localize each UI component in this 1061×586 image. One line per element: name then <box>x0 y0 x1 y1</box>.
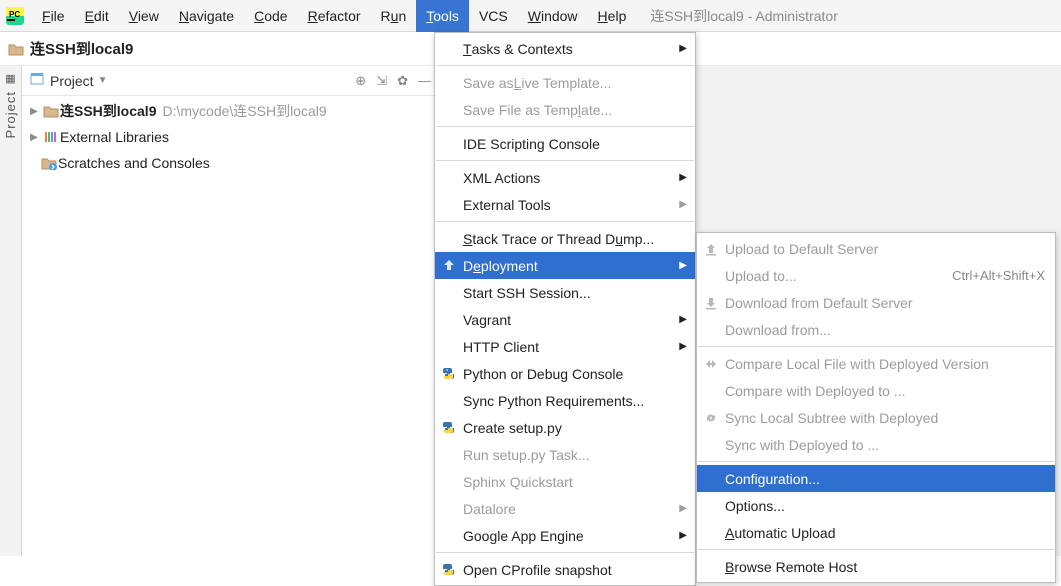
mi-deployment[interactable]: Deployment▶ <box>435 252 695 279</box>
mi-download-from[interactable]: Download from... <box>697 316 1055 343</box>
mi-tasks-contexts[interactable]: Tasks & Contexts▶ <box>435 35 695 62</box>
menu-file[interactable]: File <box>32 0 75 32</box>
mi-upload-default[interactable]: Upload to Default Server <box>697 235 1055 262</box>
deployment-icon <box>441 258 457 274</box>
menu-separator <box>436 221 694 222</box>
pycharm-logo-icon: PC <box>6 7 24 25</box>
mi-start-ssh[interactable]: Start SSH Session... <box>435 279 695 306</box>
tree-root-row[interactable]: ▶ 连SSH到local9 D:\mycode\连SSH到local9 <box>22 98 439 124</box>
project-tool-window: Project ▼ ⊕ ⇲ ✿ — ▶ 连SSH到local9 D:\mycod… <box>22 66 440 556</box>
hide-icon[interactable]: — <box>418 73 431 89</box>
mi-sync-local-subtree[interactable]: Sync Local Subtree with Deployed <box>697 404 1055 431</box>
menu-tools[interactable]: Tools <box>416 0 469 32</box>
mi-compare-deployed[interactable]: Compare with Deployed to ... <box>697 377 1055 404</box>
download-icon <box>703 295 719 311</box>
tree-ext-lib-row[interactable]: ▶ External Libraries <box>22 124 439 150</box>
menu-separator <box>698 461 1054 462</box>
mi-compare-local[interactable]: Compare Local File with Deployed Version <box>697 350 1055 377</box>
chevron-down-icon[interactable]: ▼ <box>98 75 108 86</box>
project-panel-title[interactable]: Project <box>50 73 94 89</box>
mi-automatic-upload[interactable]: Automatic Upload <box>697 519 1055 546</box>
menu-tools-rest: ools <box>433 8 459 24</box>
folder-icon <box>8 42 24 56</box>
mi-upload-to[interactable]: Upload to...Ctrl+Alt+Shift+X <box>697 262 1055 289</box>
tree-ext-lib-label: External Libraries <box>60 129 169 145</box>
menu-separator <box>436 65 694 66</box>
window-title: 连SSH到local9 - Administrator <box>650 6 838 26</box>
mi-ide-scripting[interactable]: IDE Scripting Console <box>435 130 695 157</box>
project-tree: ▶ 连SSH到local9 D:\mycode\连SSH到local9 ▶ Ex… <box>22 96 439 178</box>
project-panel-header: Project ▼ ⊕ ⇲ ✿ — <box>22 66 439 96</box>
locate-icon[interactable]: ⊕ <box>355 73 366 89</box>
menu-separator <box>698 549 1054 550</box>
deployment-submenu: Upload to Default Server Upload to...Ctr… <box>696 232 1056 583</box>
mi-options[interactable]: Options... <box>697 492 1055 519</box>
mi-create-setup[interactable]: Create setup.py <box>435 414 695 441</box>
python-icon <box>441 562 457 578</box>
menu-separator <box>436 552 694 553</box>
tree-toggle-icon[interactable]: ▶ <box>26 106 42 117</box>
menu-edit[interactable]: Edit <box>75 0 119 32</box>
python-icon <box>441 366 457 382</box>
mi-python-console[interactable]: Python or Debug Console <box>435 360 695 387</box>
python-icon <box>441 420 457 436</box>
mi-sync-deployed[interactable]: Sync with Deployed to ... <box>697 431 1055 458</box>
mi-download-default[interactable]: Download from Default Server <box>697 289 1055 316</box>
mi-datalore[interactable]: Datalore▶ <box>435 495 695 522</box>
mi-cprofile[interactable]: Open CProfile snapshot <box>435 556 695 583</box>
mi-vagrant[interactable]: Vagrant▶ <box>435 306 695 333</box>
mi-save-file-template[interactable]: Save File as Template... <box>435 96 695 123</box>
folder-icon <box>42 104 60 118</box>
project-tab-label[interactable]: Project <box>3 91 18 138</box>
tools-menu: Tasks & Contexts▶ Save as Live Template.… <box>434 32 696 586</box>
mi-stack-trace[interactable]: Stack Trace or Thread Dump... <box>435 225 695 252</box>
tree-root-path: D:\mycode\连SSH到local9 <box>162 101 326 121</box>
mi-save-live-template[interactable]: Save as Live Template... <box>435 69 695 96</box>
menu-help[interactable]: Help <box>588 0 637 32</box>
svg-text:PC: PC <box>9 10 20 19</box>
mi-browse-remote[interactable]: Browse Remote Host <box>697 553 1055 580</box>
gear-icon[interactable]: ✿ <box>397 73 408 89</box>
breadcrumb-project[interactable]: 连SSH到local9 <box>30 38 133 59</box>
sync-icon <box>703 410 719 426</box>
mi-external-tools[interactable]: External Tools▶ <box>435 191 695 218</box>
menubar: PC File Edit View Navigate Code Refactor… <box>0 0 1061 32</box>
mi-run-setup[interactable]: Run setup.py Task... <box>435 441 695 468</box>
mi-sync-python-req[interactable]: Sync Python Requirements... <box>435 387 695 414</box>
tree-toggle-icon[interactable]: ▶ <box>26 132 42 143</box>
project-tab-icon[interactable]: ▦ <box>5 72 15 85</box>
tree-root-label: 连SSH到local9 <box>60 101 156 121</box>
menu-separator <box>436 160 694 161</box>
mi-xml-actions[interactable]: XML Actions▶ <box>435 164 695 191</box>
library-icon <box>42 130 60 144</box>
menu-separator <box>436 126 694 127</box>
mi-http-client[interactable]: HTTP Client▶ <box>435 333 695 360</box>
menu-run[interactable]: Run <box>371 0 417 32</box>
tree-scratches-label: Scratches and Consoles <box>58 155 210 171</box>
mi-sphinx[interactable]: Sphinx Quickstart <box>435 468 695 495</box>
mi-google-app-engine[interactable]: Google App Engine▶ <box>435 522 695 549</box>
tree-scratches-row[interactable]: Scratches and Consoles <box>22 150 439 176</box>
menu-separator <box>698 346 1054 347</box>
upload-icon <box>703 241 719 257</box>
shortcut-text: Ctrl+Alt+Shift+X <box>952 268 1045 283</box>
menu-view[interactable]: View <box>119 0 169 32</box>
left-tool-rail: ▦ Project <box>0 66 22 556</box>
scratches-icon <box>40 156 58 170</box>
mi-configuration[interactable]: Configuration... <box>697 465 1055 492</box>
expand-icon[interactable]: ⇲ <box>376 73 387 89</box>
project-view-icon <box>30 72 44 89</box>
menu-navigate[interactable]: Navigate <box>169 0 244 32</box>
menu-code[interactable]: Code <box>244 0 297 32</box>
menu-window[interactable]: Window <box>518 0 588 32</box>
menu-refactor[interactable]: Refactor <box>298 0 371 32</box>
menu-vcs[interactable]: VCS <box>469 0 518 32</box>
diff-icon <box>703 356 719 372</box>
